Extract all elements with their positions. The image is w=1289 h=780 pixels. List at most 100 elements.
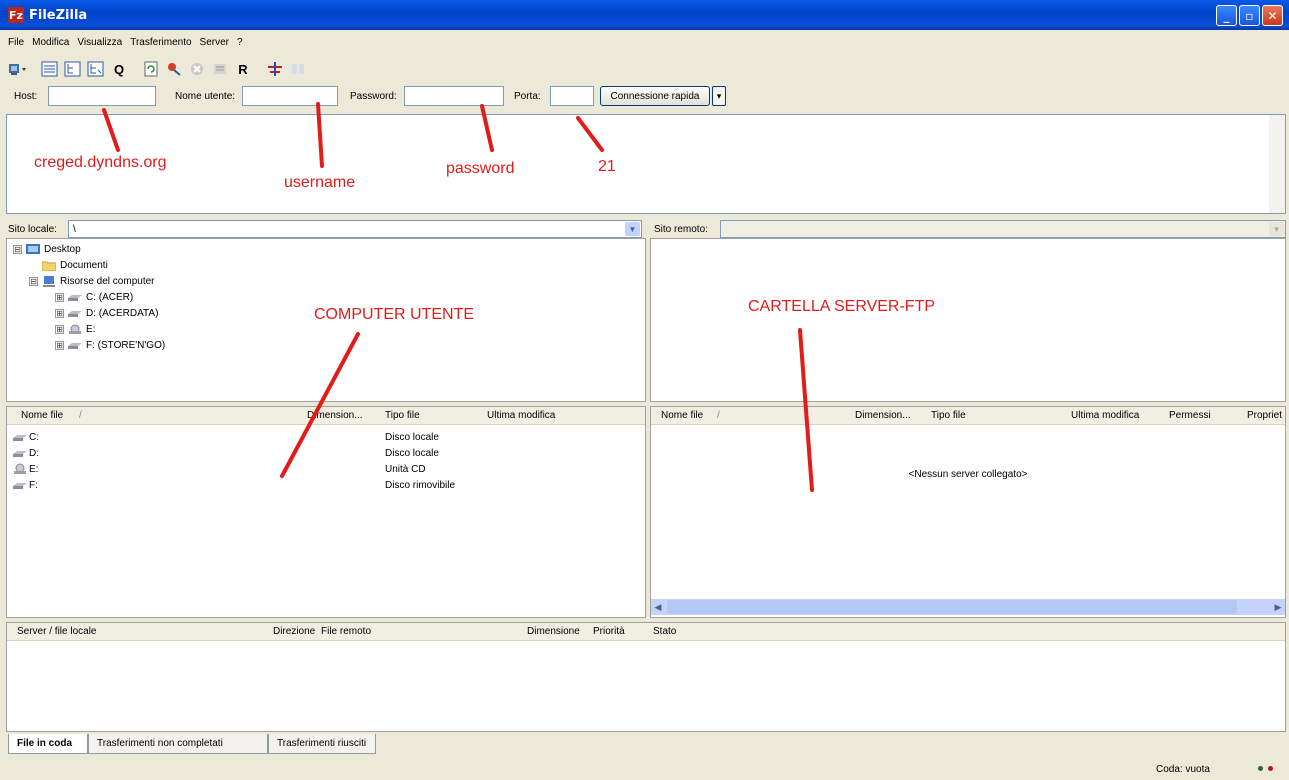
tree-item-c[interactable]: ⊞ C: (ACER)	[55, 289, 133, 305]
queue-tabs: File in coda Trasferimenti non completat…	[8, 734, 376, 754]
minimize-button[interactable]: _	[1216, 5, 1237, 26]
receive-led-icon	[1258, 766, 1263, 771]
close-button[interactable]: ✕	[1262, 5, 1283, 26]
drive-icon	[13, 435, 27, 441]
col-file-remoto[interactable]: File remoto	[321, 626, 371, 637]
col-priorita[interactable]: Priorità	[593, 626, 625, 637]
col-tipo-file[interactable]: Tipo file	[931, 410, 966, 421]
annotation-host: creged.dyndns.org	[34, 154, 167, 171]
tree-item-e[interactable]: ⊞ E:	[55, 321, 95, 337]
sort-icon: /	[79, 410, 82, 421]
window-title: FileZilla	[29, 7, 88, 23]
tree-item-risorse[interactable]: ⊟ Risorse del computer	[29, 273, 154, 289]
col-ultima-modifica[interactable]: Ultima modifica	[487, 410, 555, 421]
local-site-combo[interactable]: \ ▼	[68, 220, 642, 238]
quickconnect-dropdown-icon[interactable]: ▾	[712, 86, 726, 106]
tree-label: Documenti	[60, 259, 108, 271]
chevron-down-icon[interactable]: ▼	[625, 222, 640, 236]
cancel-icon[interactable]	[187, 59, 207, 79]
tab-file-in-coda[interactable]: File in coda	[8, 734, 88, 754]
compare-icon[interactable]	[288, 59, 308, 79]
tree-item-desktop[interactable]: ⊟ Desktop	[13, 241, 81, 257]
drive-icon	[13, 483, 27, 489]
file-type: Unità CD	[385, 463, 426, 475]
tree-item-d[interactable]: ⊞ D: (ACERDATA)	[55, 305, 158, 321]
host-input[interactable]	[48, 86, 156, 106]
maximize-button[interactable]: ▫	[1239, 5, 1260, 26]
remote-tree-panel	[650, 238, 1286, 402]
message-log[interactable]	[6, 114, 1286, 214]
remote-site-label: Sito remoto:	[654, 223, 708, 235]
menu-server[interactable]: Server	[200, 37, 229, 48]
col-direzione[interactable]: Direzione	[273, 626, 315, 637]
expand-icon[interactable]: ⊞	[55, 324, 64, 334]
quickconnect-button[interactable]: Connessione rapida	[600, 86, 710, 106]
remote-site-combo[interactable]: ▼	[720, 220, 1286, 238]
col-permessi[interactable]: Permessi	[1169, 410, 1211, 421]
col-nome-file[interactable]: Nome file	[21, 410, 63, 421]
tab-trasferimenti-riusciti[interactable]: Trasferimenti riusciti	[268, 734, 376, 754]
refresh-icon[interactable]	[141, 59, 161, 79]
drive-icon	[13, 451, 27, 457]
collapse-icon[interactable]: ⊟	[29, 276, 38, 286]
annotation-remote: CARTELLA SERVER-FTP	[748, 298, 936, 315]
tab-trasferimenti-non-completati[interactable]: Trasferimenti non completati	[88, 734, 268, 754]
chevron-down-icon[interactable]: ▼	[1269, 222, 1284, 236]
tree-label: D: (ACERDATA)	[86, 307, 159, 319]
port-label: Porta:	[514, 91, 541, 102]
expand-icon[interactable]: ⊞	[55, 308, 64, 318]
toggle-local-tree-icon[interactable]	[63, 59, 83, 79]
queue-icon[interactable]: Q	[109, 59, 129, 79]
col-proprietario[interactable]: Propriet	[1247, 410, 1282, 421]
title-bar: Fz FileZilla _ ▫ ✕	[0, 0, 1289, 30]
col-nome-file[interactable]: Nome file	[661, 410, 703, 421]
message-log-scrollbar[interactable]	[1269, 115, 1285, 213]
col-dimensione[interactable]: Dimension...	[855, 410, 911, 421]
expand-icon[interactable]: ⊞	[55, 292, 64, 302]
scrollbar-thumb[interactable]	[667, 600, 1237, 614]
tree-item-documenti[interactable]: Documenti	[42, 257, 108, 273]
file-name: C:	[29, 431, 39, 443]
menu-file[interactable]: File	[8, 37, 24, 48]
col-tipo-file[interactable]: Tipo file	[385, 410, 420, 421]
file-type: Disco rimovibile	[385, 479, 456, 491]
col-dimensione[interactable]: Dimension...	[307, 410, 363, 421]
file-name: E:	[29, 463, 39, 475]
tree-label: E:	[86, 323, 96, 335]
port-input[interactable]	[550, 86, 594, 106]
file-type: Disco locale	[385, 447, 439, 459]
transfer-queue: Server / file locale Direzione File remo…	[6, 622, 1286, 732]
local-site-label: Sito locale:	[8, 223, 57, 235]
menu-bar: File Modifica Visualizza Trasferimento S…	[0, 32, 1289, 52]
site-manager-icon[interactable]	[8, 59, 28, 79]
col-stato[interactable]: Stato	[653, 626, 676, 637]
tree-label: Desktop	[44, 243, 81, 255]
remote-file-header: Nome file / Dimension... Tipo file Ultim…	[651, 407, 1285, 425]
menu-trasferimento[interactable]: Trasferimento	[130, 37, 191, 48]
file-name: D:	[29, 447, 39, 459]
menu-visualizza[interactable]: Visualizza	[77, 37, 122, 48]
reconnect-icon[interactable]: R	[233, 59, 253, 79]
username-input[interactable]	[242, 86, 338, 106]
toggle-remote-tree-icon[interactable]	[86, 59, 106, 79]
host-label: Host:	[14, 91, 38, 102]
remote-file-list: Nome file / Dimension... Tipo file Ultim…	[650, 406, 1286, 618]
scroll-left-icon[interactable]: ◀	[651, 599, 665, 615]
disconnect-icon[interactable]	[210, 59, 230, 79]
col-server-file-locale[interactable]: Server / file locale	[17, 626, 96, 637]
menu-help[interactable]: ?	[237, 37, 243, 48]
col-ultima-modifica[interactable]: Ultima modifica	[1071, 410, 1139, 421]
queue-header: Server / file locale Direzione File remo…	[7, 623, 1285, 641]
horizontal-scrollbar[interactable]: ◀ ▶	[651, 599, 1285, 615]
menu-modifica[interactable]: Modifica	[32, 37, 69, 48]
quickconnect-bar: Host: Nome utente: Password: Porta: Conn…	[0, 84, 1289, 110]
expand-icon[interactable]: ⊞	[55, 340, 64, 350]
filter-icon[interactable]	[265, 59, 285, 79]
scroll-right-icon[interactable]: ▶	[1271, 599, 1285, 615]
tree-item-f[interactable]: ⊞ F: (STORE'N'GO)	[55, 337, 165, 353]
collapse-icon[interactable]: ⊟	[13, 244, 22, 254]
process-queue-icon[interactable]	[164, 59, 184, 79]
password-input[interactable]	[404, 86, 504, 106]
col-dimensione[interactable]: Dimensione	[527, 626, 580, 637]
toggle-log-icon[interactable]	[40, 59, 60, 79]
